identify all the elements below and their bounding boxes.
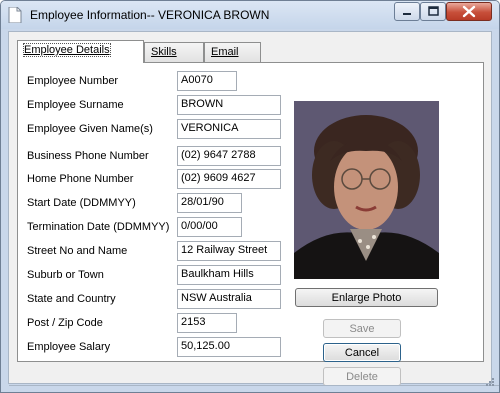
resize-grip-icon[interactable] [485, 377, 495, 387]
employee-given-names-field[interactable]: VERONICA [177, 119, 281, 139]
business-phone-field[interactable]: (02) 9647 2788 [177, 146, 281, 166]
employee-portrait [294, 101, 439, 279]
employee-number-label: Employee Number [27, 75, 119, 87]
termination-date-label: Termination Date (DDMMYY) [27, 221, 170, 233]
employee-surname-label: Employee Surname [27, 99, 124, 111]
suburb-label: Suburb or Town [27, 269, 104, 281]
employee-photo [294, 101, 439, 279]
employee-salary-field[interactable]: 50,125.00 [177, 337, 281, 357]
home-phone-field[interactable]: (02) 9609 4627 [177, 169, 281, 189]
close-button[interactable] [446, 2, 492, 21]
enlarge-photo-button[interactable]: Enlarge Photo [295, 288, 438, 307]
termination-date-field[interactable]: 0/00/00 [177, 217, 242, 237]
minimize-icon [403, 13, 411, 15]
app-icon [8, 7, 22, 23]
tab-label: Email [211, 46, 239, 58]
tab-label: Employee Details [23, 43, 111, 57]
business-phone-label: Business Phone Number [27, 150, 149, 162]
state-country-label: State and Country [27, 293, 116, 305]
suburb-field[interactable]: Baulkham Hills [177, 265, 281, 285]
maximize-icon [428, 6, 439, 16]
title-bar[interactable]: Employee Information-- VERONICA BROWN [1, 1, 499, 29]
close-icon [462, 5, 476, 18]
delete-button[interactable]: Delete [323, 367, 401, 386]
window-title: Employee Information-- VERONICA BROWN [30, 8, 270, 22]
employee-surname-field[interactable]: BROWN [177, 95, 281, 115]
employee-number-field[interactable]: A0070 [177, 71, 237, 91]
street-label: Street No and Name [27, 245, 128, 257]
tab-employee-details[interactable]: Employee Details [17, 40, 144, 63]
home-phone-label: Home Phone Number [27, 173, 134, 185]
save-button[interactable]: Save [323, 319, 401, 338]
street-field[interactable]: 12 Railway Street [177, 241, 281, 261]
employee-details-panel: Employee Number A0070 Employee Surname B… [17, 62, 484, 386]
client-area: Employee Details Skills Email Employee N… [8, 31, 499, 386]
employee-salary-label: Employee Salary [27, 341, 111, 353]
post-code-label: Post / Zip Code [27, 317, 103, 329]
minimize-button[interactable] [394, 2, 420, 21]
tab-label: Skills [151, 46, 177, 58]
maximize-button[interactable] [420, 2, 446, 21]
state-country-field[interactable]: NSW Australia [177, 289, 281, 309]
start-date-field[interactable]: 28/01/90 [177, 193, 242, 213]
employee-window: Employee Information-- VERONICA BROWN Em… [0, 0, 500, 393]
cancel-button[interactable]: Cancel [323, 343, 401, 362]
start-date-label: Start Date (DDMMYY) [27, 197, 136, 209]
post-code-field[interactable]: 2153 [177, 313, 237, 333]
tab-email[interactable]: Email [204, 42, 261, 62]
employee-given-names-label: Employee Given Name(s) [27, 123, 153, 135]
tab-skills[interactable]: Skills [144, 42, 204, 62]
status-bar-divider [9, 385, 499, 386]
